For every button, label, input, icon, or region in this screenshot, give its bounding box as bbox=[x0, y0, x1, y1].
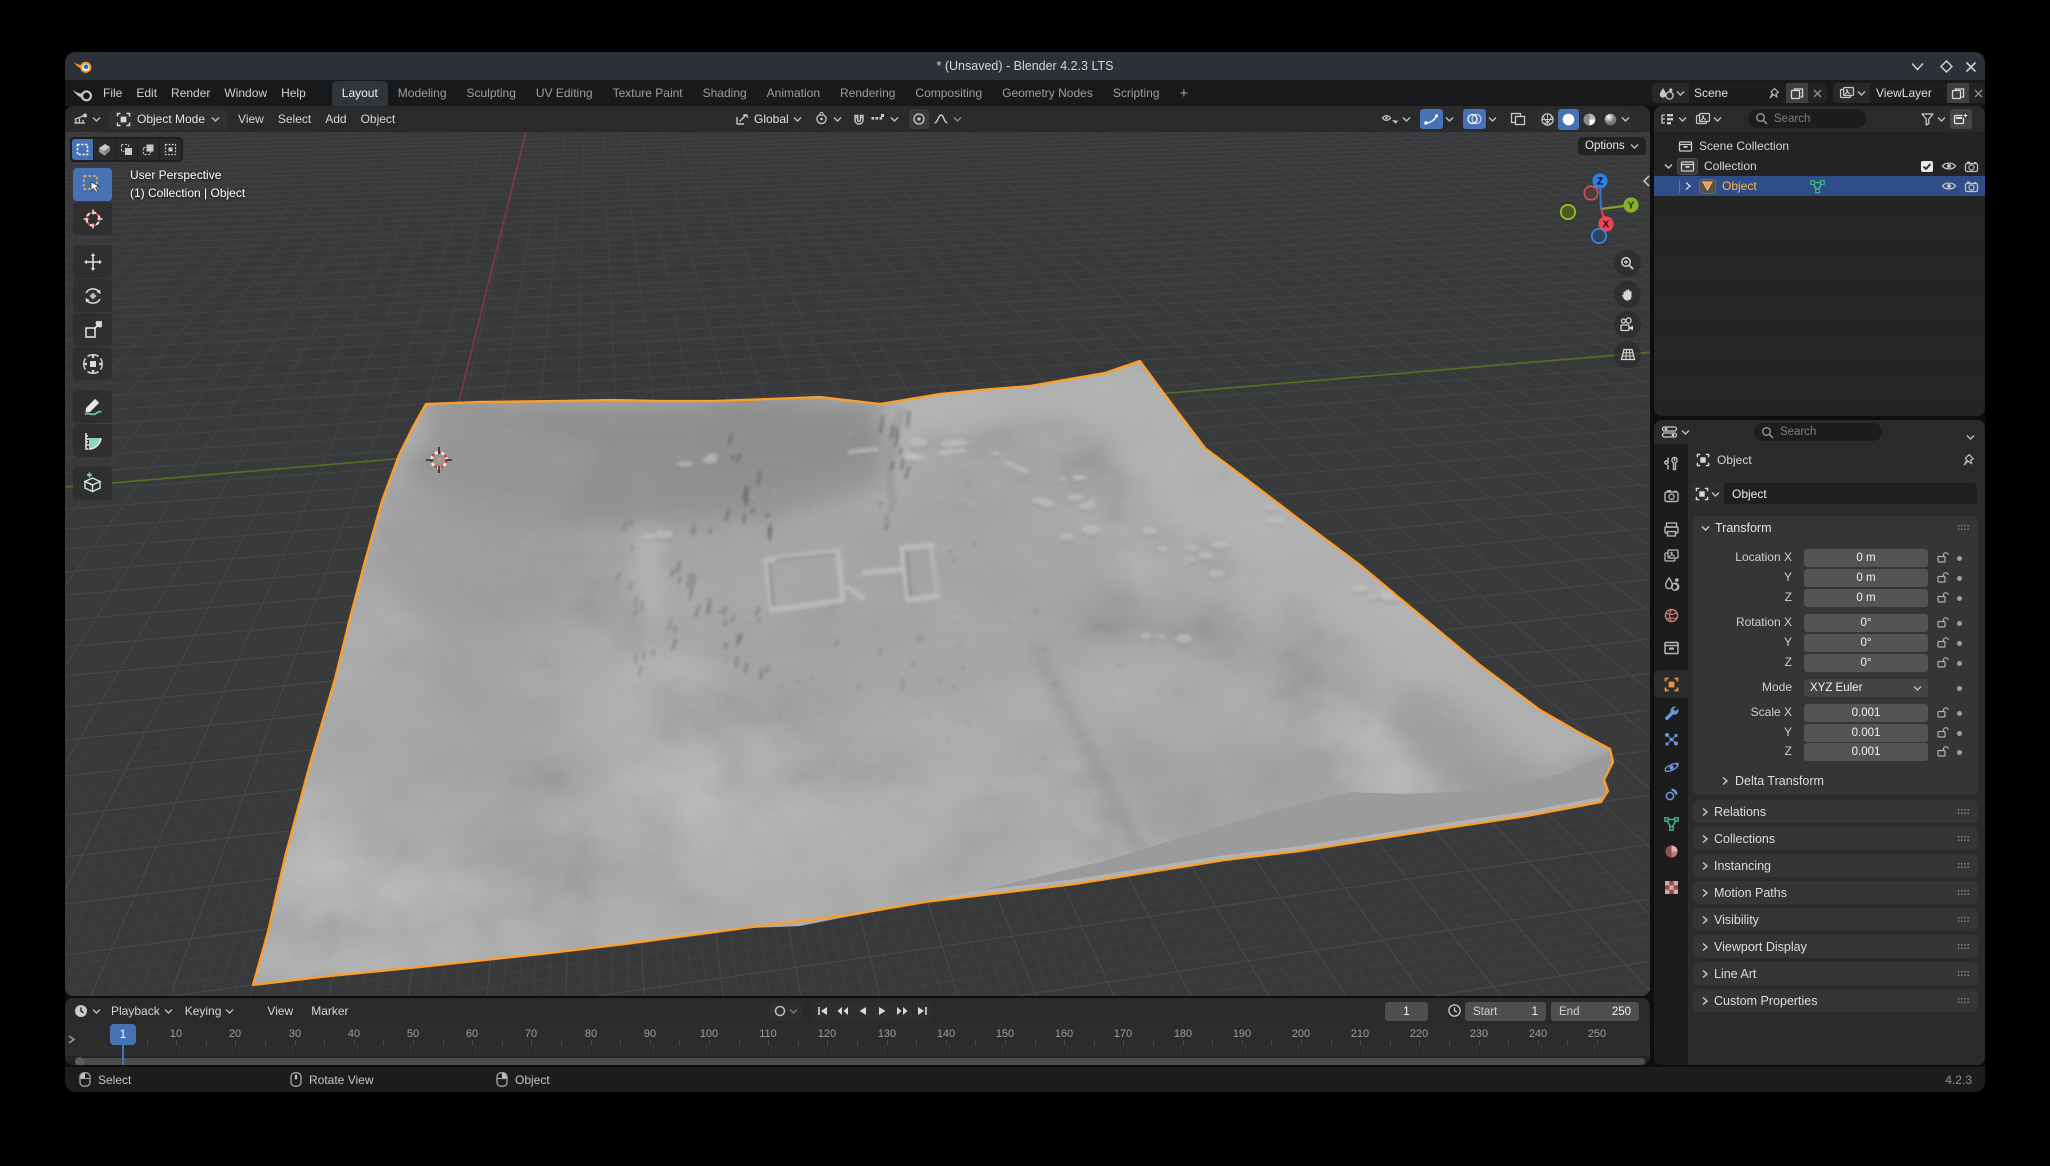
svg-text:X: X bbox=[1603, 220, 1610, 231]
svg-text:Z: Z bbox=[1597, 177, 1603, 188]
svg-text:Y: Y bbox=[1628, 201, 1635, 212]
